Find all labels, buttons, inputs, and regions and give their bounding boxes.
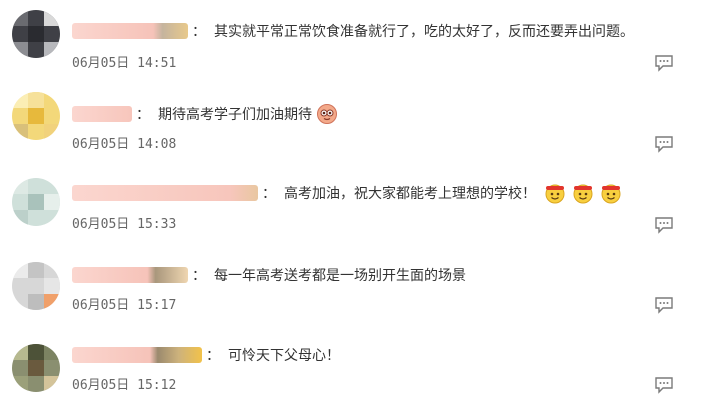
comment-text: 可怜天下父母心！ <box>228 348 340 364</box>
colon: ： <box>206 348 220 364</box>
comment-item: ： 其实就平常正常饮食准备就行了，吃的太好了，反而还要弄出问题。 06月05日 … <box>0 0 707 80</box>
comment-text: 每一年高考送考都是一场别开生面的场景 <box>214 268 466 284</box>
comment-text: 期待高考学子们加油期待 <box>158 107 312 123</box>
username[interactable] <box>72 347 202 363</box>
colon: ： <box>192 268 206 284</box>
fighting-emoji <box>600 182 622 204</box>
fighting-emoji <box>544 182 566 204</box>
comment-time: 06月05日 14:08 <box>72 137 177 152</box>
comment-time: 06月05日 14:51 <box>72 56 177 71</box>
comment-item: ： 高考加油，祝大家都能考上理想的学校！ 06月05日 15:33 <box>0 164 707 244</box>
comment-item: ： 期待高考学子们加油期待 06月05日 14:08 <box>0 82 707 162</box>
colon: ： <box>262 186 276 202</box>
comment-time: 06月05日 15:33 <box>72 217 177 232</box>
fighting-emoji <box>572 182 594 204</box>
comment-text: 其实就平常正常饮食准备就行了，吃的太好了，反而还要弄出问题。 <box>214 24 634 40</box>
comment-line: ： 其实就平常正常饮食准备就行了，吃的太好了，反而还要弄出问题。 <box>72 20 634 42</box>
comment-list: ： 其实就平常正常饮食准备就行了，吃的太好了，反而还要弄出问题。 06月05日 … <box>0 0 707 412</box>
avatar[interactable] <box>12 92 60 140</box>
comment-reply-icon[interactable] <box>654 54 674 72</box>
comment-line: ： 期待高考学子们加油期待 <box>72 103 338 125</box>
comment-line: ： 每一年高考送考都是一场别开生面的场景 <box>72 264 466 286</box>
username[interactable] <box>72 23 188 39</box>
comment-line: ： 高考加油，祝大家都能考上理想的学校！ <box>72 182 622 204</box>
colon: ： <box>192 24 206 40</box>
avatar[interactable] <box>12 262 60 310</box>
username[interactable] <box>72 185 258 201</box>
comment-reply-icon[interactable] <box>654 376 674 394</box>
avatar[interactable] <box>12 344 60 392</box>
comment-item: ： 可怜天下父母心！ 06月05日 15:12 <box>0 328 707 408</box>
comment-line: ： 可怜天下父母心！ <box>72 344 340 366</box>
avatar[interactable] <box>12 10 60 58</box>
username[interactable] <box>72 106 132 122</box>
cheer-emoji <box>316 103 338 125</box>
comment-time: 06月05日 15:12 <box>72 378 177 393</box>
comment-reply-icon[interactable] <box>654 135 674 153</box>
comment-item: ： 每一年高考送考都是一场别开生面的场景 06月05日 15:17 <box>0 246 707 326</box>
comment-time: 06月05日 15:17 <box>72 298 177 313</box>
comment-reply-icon[interactable] <box>654 216 674 234</box>
colon: ： <box>136 107 150 123</box>
username[interactable] <box>72 267 188 283</box>
comment-text: 高考加油，祝大家都能考上理想的学校！ <box>284 186 536 202</box>
comment-reply-icon[interactable] <box>654 296 674 314</box>
avatar[interactable] <box>12 178 60 226</box>
